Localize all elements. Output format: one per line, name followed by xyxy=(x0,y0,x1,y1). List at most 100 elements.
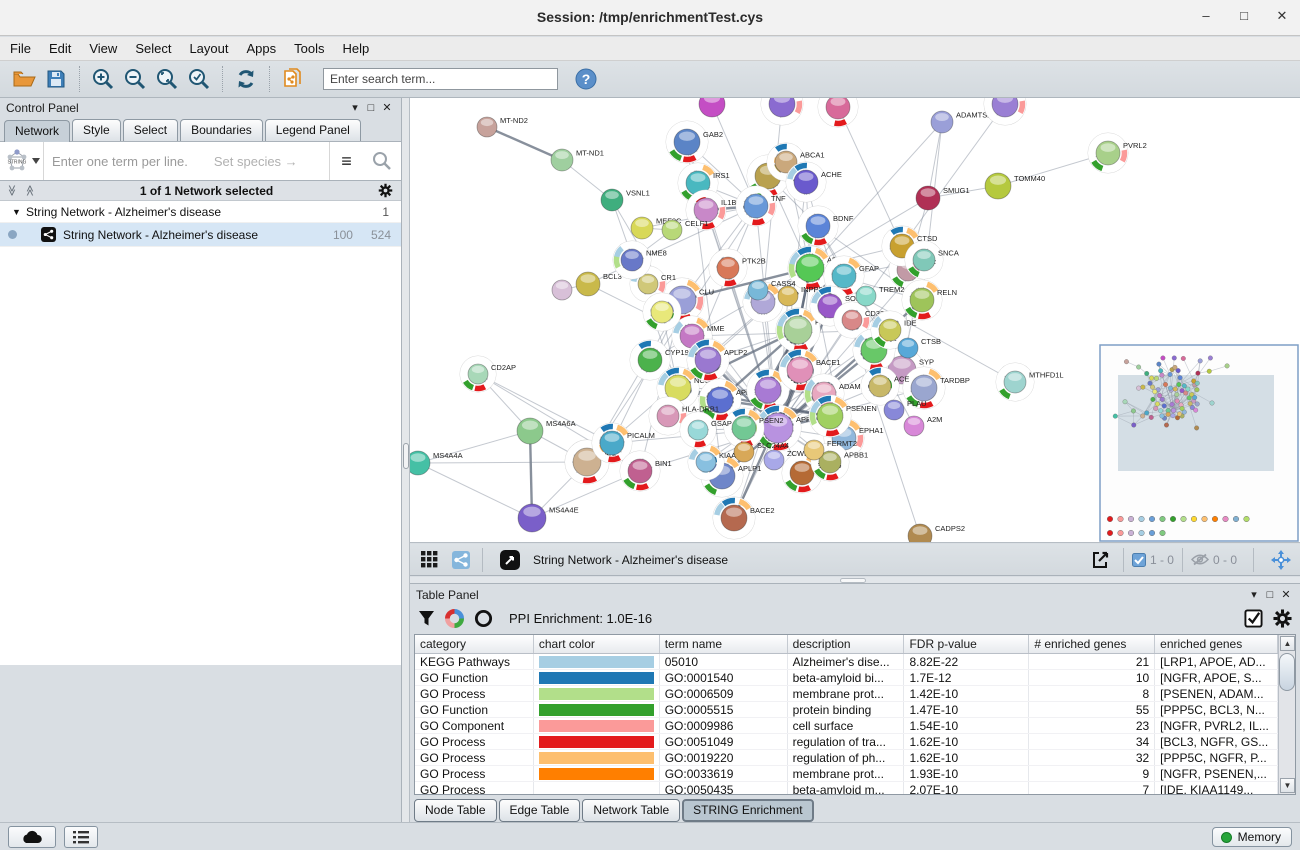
column-header-enriched-genes[interactable]: enriched genes xyxy=(1155,635,1278,653)
chart-donut-icon[interactable] xyxy=(445,609,464,628)
network-edge[interactable] xyxy=(478,374,612,443)
help-button[interactable]: ? xyxy=(570,64,602,94)
select-all-checkbox-icon[interactable] xyxy=(1244,609,1263,628)
menu-apps[interactable]: Apps xyxy=(247,41,277,56)
table-row[interactable]: GO ProcessGO:0006509membrane prot...1.42… xyxy=(415,686,1278,702)
panel-float-icon[interactable]: □ xyxy=(1262,589,1278,601)
clone-network-button[interactable] xyxy=(277,64,309,94)
minimize-button[interactable]: – xyxy=(1198,8,1214,24)
table-row[interactable]: GO FunctionGO:0005515protein binding1.47… xyxy=(415,702,1278,718)
column-header-fdr-p-value[interactable]: FDR p-value xyxy=(904,635,1029,653)
tab-string-enrichment[interactable]: STRING Enrichment xyxy=(682,799,813,822)
network-node-A2M[interactable]: A2M xyxy=(904,415,942,436)
task-history-button[interactable] xyxy=(64,826,98,848)
network-node-CD2AP[interactable]: CD2AP xyxy=(460,356,516,392)
panel-close-icon[interactable]: ✕ xyxy=(379,101,395,114)
network-node-n1[interactable] xyxy=(699,98,725,117)
tab-node-table[interactable]: Node Table xyxy=(414,799,497,822)
table-row[interactable]: GO ComponentGO:0009986cell surface1.54E-… xyxy=(415,718,1278,734)
network-node-TOMM40[interactable]: TOMM40 xyxy=(985,173,1045,199)
maximize-button[interactable]: □ xyxy=(1236,8,1252,24)
network-node-CTSB[interactable]: CTSB xyxy=(898,337,941,358)
annotation-mode-button[interactable] xyxy=(497,548,523,572)
network-node-MS4A4E[interactable]: MS4A4E xyxy=(518,504,579,532)
splitter-handle[interactable] xyxy=(840,578,866,583)
network-canvas[interactable]: MT-ND2MT-ND1VSNL1GAB2IRS1CHATABCA1ACHESM… xyxy=(410,98,1300,543)
menu-file[interactable]: File xyxy=(10,41,31,56)
table-row[interactable]: GO ProcessGO:0050435beta-amyloid m...2.0… xyxy=(415,782,1278,794)
network-node-MTHFD1L[interactable]: MTHFD1L xyxy=(996,363,1064,401)
menu-help[interactable]: Help xyxy=(343,41,370,56)
column-header-term-name[interactable]: term name xyxy=(660,635,788,653)
zoom-selected-button[interactable] xyxy=(183,64,215,94)
menu-edit[interactable]: Edit xyxy=(49,41,71,56)
column-header--enriched-genes[interactable]: # enriched genes xyxy=(1029,635,1155,653)
ring-chart-icon[interactable] xyxy=(474,609,493,628)
network-edge[interactable] xyxy=(418,463,532,518)
panel-close-icon[interactable]: ✕ xyxy=(1278,588,1294,601)
search-input[interactable] xyxy=(323,68,558,90)
network-edge[interactable] xyxy=(418,462,587,463)
network-node-F3[interactable] xyxy=(643,293,681,331)
network-node-BACE2[interactable]: BACE2 xyxy=(713,497,775,539)
export-network-button[interactable] xyxy=(1087,548,1113,572)
scrollbar-thumb[interactable] xyxy=(1279,653,1295,691)
menu-view[interactable]: View xyxy=(89,41,117,56)
network-node-CADPS2[interactable]: CADPS2 xyxy=(908,524,965,543)
network-node-BDNF[interactable]: BDNF xyxy=(798,206,854,246)
network-node-ACHE[interactable]: ACHE xyxy=(786,162,842,202)
network-node-MT-ND1[interactable]: MT-ND1 xyxy=(551,149,604,171)
zoom-in-button[interactable] xyxy=(87,64,119,94)
tab-boundaries[interactable]: Boundaries xyxy=(180,119,263,141)
tab-network-table[interactable]: Network Table xyxy=(582,799,680,822)
expander-icon[interactable]: ▼ xyxy=(12,207,26,217)
scroll-up-arrow[interactable]: ▲ xyxy=(1280,636,1295,651)
horizontal-splitter[interactable] xyxy=(410,577,1300,584)
network-row-selected[interactable]: String Network - Alzheimer's disease 100… xyxy=(0,223,401,247)
gear-icon[interactable] xyxy=(378,183,393,198)
close-button[interactable]: ✕ xyxy=(1274,8,1290,24)
network-edge[interactable] xyxy=(487,127,562,160)
filter-icon[interactable] xyxy=(418,610,435,627)
network-node-VSNL1[interactable]: VSNL1 xyxy=(601,189,650,211)
set-species-link[interactable]: Set species → xyxy=(214,154,298,169)
tab-edge-table[interactable]: Edge Table xyxy=(499,799,581,822)
network-node-n5[interactable] xyxy=(552,280,572,300)
menu-select[interactable]: Select xyxy=(135,41,171,56)
zoom-out-button[interactable] xyxy=(119,64,151,94)
network-node-BIN1[interactable]: BIN1 xyxy=(620,451,672,491)
menu-layout[interactable]: Layout xyxy=(189,41,228,56)
panel-float-icon[interactable]: □ xyxy=(363,102,379,114)
tab-style[interactable]: Style xyxy=(72,119,121,141)
panel-menu-icon[interactable]: ▾ xyxy=(1246,588,1262,601)
birdseye-toggle-button[interactable] xyxy=(1268,548,1294,572)
network-edge[interactable] xyxy=(902,104,1005,246)
cloud-status-button[interactable] xyxy=(8,826,56,848)
network-node-PVRL2[interactable]: PVRL2 xyxy=(1088,133,1147,173)
open-file-button[interactable] xyxy=(8,64,40,94)
refresh-button[interactable] xyxy=(230,64,262,94)
table-row[interactable]: GO ProcessGO:0033619membrane prot...1.93… xyxy=(415,766,1278,782)
memory-button[interactable]: Memory xyxy=(1212,827,1292,847)
settings-gear-icon[interactable] xyxy=(1273,609,1292,628)
grid-mode-button[interactable] xyxy=(416,548,442,572)
menu-tools[interactable]: Tools xyxy=(294,41,324,56)
column-header-category[interactable]: category xyxy=(415,635,534,653)
network-node-TREM2[interactable]: TREM2 xyxy=(856,285,904,306)
network-collection-row[interactable]: ▼ String Network - Alzheimer's disease 1 xyxy=(0,201,401,223)
network-node-BCL3[interactable]: BCL3 xyxy=(576,272,622,296)
birdseye-view[interactable] xyxy=(1100,345,1298,541)
expand-all-icon[interactable]: ≪ xyxy=(23,185,36,197)
network-node-SNCA[interactable]: SNCA xyxy=(905,241,959,279)
tab-select[interactable]: Select xyxy=(123,119,178,141)
save-session-button[interactable] xyxy=(40,64,72,94)
table-row[interactable]: GO ProcessGO:0051049regulation of tra...… xyxy=(415,734,1278,750)
string-view-button[interactable] xyxy=(448,548,474,572)
network-node-n2[interactable] xyxy=(761,98,803,125)
panel-splitter[interactable] xyxy=(402,98,410,822)
table-row[interactable]: KEGG Pathways05010Alzheimer's dise...8.8… xyxy=(415,654,1278,670)
column-header-chart-color[interactable]: chart color xyxy=(534,635,660,653)
splitter-grip[interactable] xyxy=(403,443,409,469)
scroll-down-arrow[interactable]: ▼ xyxy=(1280,778,1295,793)
network-node-ADAMTS2[interactable]: ADAMTS2 xyxy=(931,111,991,133)
